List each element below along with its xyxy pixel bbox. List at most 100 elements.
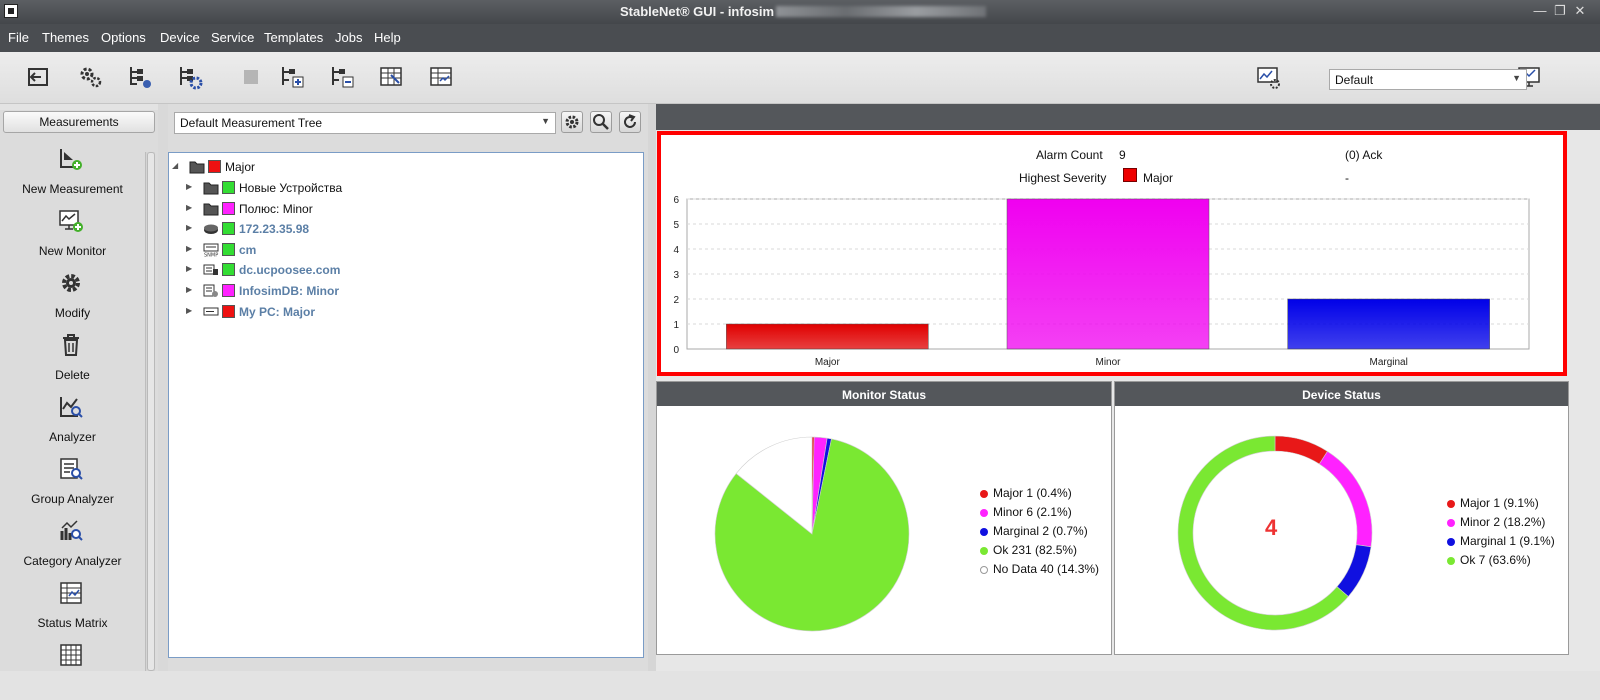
expand-icon[interactable]: ▶ <box>186 285 194 295</box>
expand-icon[interactable]: ▶ <box>186 264 194 274</box>
chevron-down-icon: ▼ <box>1512 73 1521 83</box>
legend-item: No Data 40 (14.3%) <box>980 562 1099 581</box>
tree-remove-icon[interactable] <box>329 64 355 90</box>
app-icon <box>4 4 18 18</box>
menu-templates[interactable]: Templates <box>264 30 323 45</box>
tree-settings-icon[interactable] <box>127 64 153 90</box>
logout-icon[interactable] <box>25 64 51 90</box>
tree-row[interactable]: ▶ dc.ucpoosee.com <box>186 261 486 279</box>
table-edit-icon[interactable] <box>378 64 404 90</box>
tree-item-label: Major <box>225 160 256 174</box>
legend-swatch <box>980 509 988 517</box>
minimize-icon[interactable]: — <box>1532 3 1548 19</box>
tree-row[interactable]: ▶ 172.23.35.98 <box>186 220 486 238</box>
sidebar-item-status-matrix[interactable]: Status Matrix <box>0 580 145 638</box>
tree-row[interactable]: ▶ InfosimDB: Minor <box>186 282 486 300</box>
menu-bar: File Themes Options Device Service Templ… <box>0 24 1600 52</box>
menu-service[interactable]: Service <box>211 30 254 45</box>
slice-minor <box>1318 450 1373 548</box>
legend-label: Ok 7 (63.6%) <box>1460 553 1531 567</box>
sidebar-item-analyzer[interactable]: Analyzer <box>0 394 145 452</box>
grid-icon <box>58 642 84 668</box>
alarm-summary: Alarm Count 9 (0) Ack Highest Severity M… <box>657 131 1567 376</box>
tree-row[interactable]: ▶ Новые Устройства <box>186 179 486 197</box>
legend-swatch <box>980 547 988 555</box>
menu-options[interactable]: Options <box>101 30 146 45</box>
tree-search-button[interactable] <box>590 111 612 133</box>
sidebar-item-group-analyzer[interactable]: Group Analyzer <box>0 456 145 514</box>
status-square <box>222 263 235 277</box>
sidebar-item-label: New Measurement <box>22 182 123 196</box>
tree-row[interactable]: ▶ My PC: Major <box>186 303 486 321</box>
sidebar-splitter[interactable] <box>158 104 168 671</box>
legend-label: Ok 231 (82.5%) <box>993 543 1078 557</box>
tree-settings-button[interactable] <box>561 111 583 133</box>
tree-item-label: 172.23.35.98 <box>239 222 310 237</box>
table-view-icon[interactable] <box>428 64 454 90</box>
ack-count[interactable]: (0) Ack <box>1345 148 1382 162</box>
legend-swatch <box>1447 557 1455 565</box>
refresh-icon <box>624 114 636 128</box>
expand-icon[interactable]: ▶ <box>186 244 194 254</box>
y-tick-label: 0 <box>673 345 679 356</box>
sidebar-scrollbar-thumb[interactable] <box>147 152 155 671</box>
folder-icon <box>203 180 219 195</box>
sidebar-header[interactable]: Measurements <box>3 111 155 133</box>
sidebar-item-delete[interactable]: Delete <box>0 332 145 390</box>
tree-settings-blue-icon[interactable] <box>177 64 203 90</box>
sidebar-item-new-measurement[interactable]: New Measurement <box>0 146 145 204</box>
view-selector[interactable]: Default ▼ <box>1329 69 1527 90</box>
analyzer-icon <box>58 394 84 420</box>
menu-device[interactable]: Device <box>160 30 200 45</box>
restore-icon[interactable]: ❐ <box>1552 3 1568 19</box>
expand-icon[interactable]: ▶ <box>186 223 194 233</box>
tree-row[interactable]: ▶ Полюс: Minor <box>186 200 486 218</box>
legend-item: Major 1 (9.1%) <box>1447 496 1555 515</box>
expand-icon[interactable]: ▶ <box>186 306 194 316</box>
svg-text:SNMP: SNMP <box>204 252 218 257</box>
sidebar-scrollbar[interactable] <box>145 152 155 671</box>
status-square <box>222 304 235 318</box>
menu-help[interactable]: Help <box>374 30 401 45</box>
sidebar-item-modify[interactable]: Modify <box>0 270 145 328</box>
x-tick-label: Marginal <box>1369 357 1407 368</box>
right-splitter[interactable] <box>648 104 656 671</box>
sidebar-item-category-analyzer[interactable]: Category Analyzer <box>0 518 145 576</box>
close-icon[interactable]: ✕ <box>1572 3 1588 19</box>
severity-extra: - <box>1345 171 1349 185</box>
slice-major <box>1274 435 1328 465</box>
expand-icon[interactable]: ▶ <box>186 203 194 213</box>
tree-root[interactable]: ◢ Major <box>172 158 372 176</box>
status-square <box>222 242 235 256</box>
expand-icon[interactable]: ▶ <box>186 182 194 192</box>
device-status-title: Device Status <box>1115 382 1568 406</box>
highest-severity-label: Highest Severity <box>1019 171 1107 185</box>
tree-row[interactable]: ▶ SNMP cm <box>186 241 486 259</box>
tree-item-label: cm <box>239 242 257 257</box>
trash-icon <box>58 332 84 358</box>
stop-icon[interactable] <box>238 64 264 90</box>
status-square <box>222 284 235 297</box>
tree-item-label: My PC: Major <box>239 304 316 319</box>
sidebar-item-grid[interactable] <box>0 642 145 700</box>
menu-file[interactable]: File <box>8 30 29 45</box>
legend-item: Minor 6 (2.1%) <box>980 505 1099 524</box>
monitor-status-pie <box>714 436 910 632</box>
collapse-icon[interactable]: ◢ <box>172 161 180 171</box>
highest-severity-value: Major <box>1143 171 1174 185</box>
tree-selector[interactable]: Default Measurement Tree ▼ <box>174 112 556 134</box>
measurement-tree[interactable]: ◢ Major ▶ Новые Устройства ▶ Полюс: Minor ▶ 1… <box>168 152 644 658</box>
menu-jobs[interactable]: Jobs <box>335 30 362 45</box>
donut-center-value: 4 <box>1265 515 1278 540</box>
menu-themes[interactable]: Themes <box>42 30 89 45</box>
settings-gears-icon[interactable] <box>77 64 103 90</box>
sidebar-item-new-monitor[interactable]: New Monitor <box>0 208 145 266</box>
tree-refresh-button[interactable] <box>619 111 641 133</box>
monitor-status-title: Monitor Status <box>657 382 1111 406</box>
window-title: StableNet® GUI - infosim <box>620 4 987 19</box>
tree-add-icon[interactable] <box>279 64 305 90</box>
server-icon <box>203 304 219 319</box>
legend-label: Marginal 1 (9.1%) <box>1460 534 1555 548</box>
dashboard-settings-icon[interactable] <box>1255 64 1281 90</box>
sidebar-item-label: Delete <box>55 368 90 382</box>
